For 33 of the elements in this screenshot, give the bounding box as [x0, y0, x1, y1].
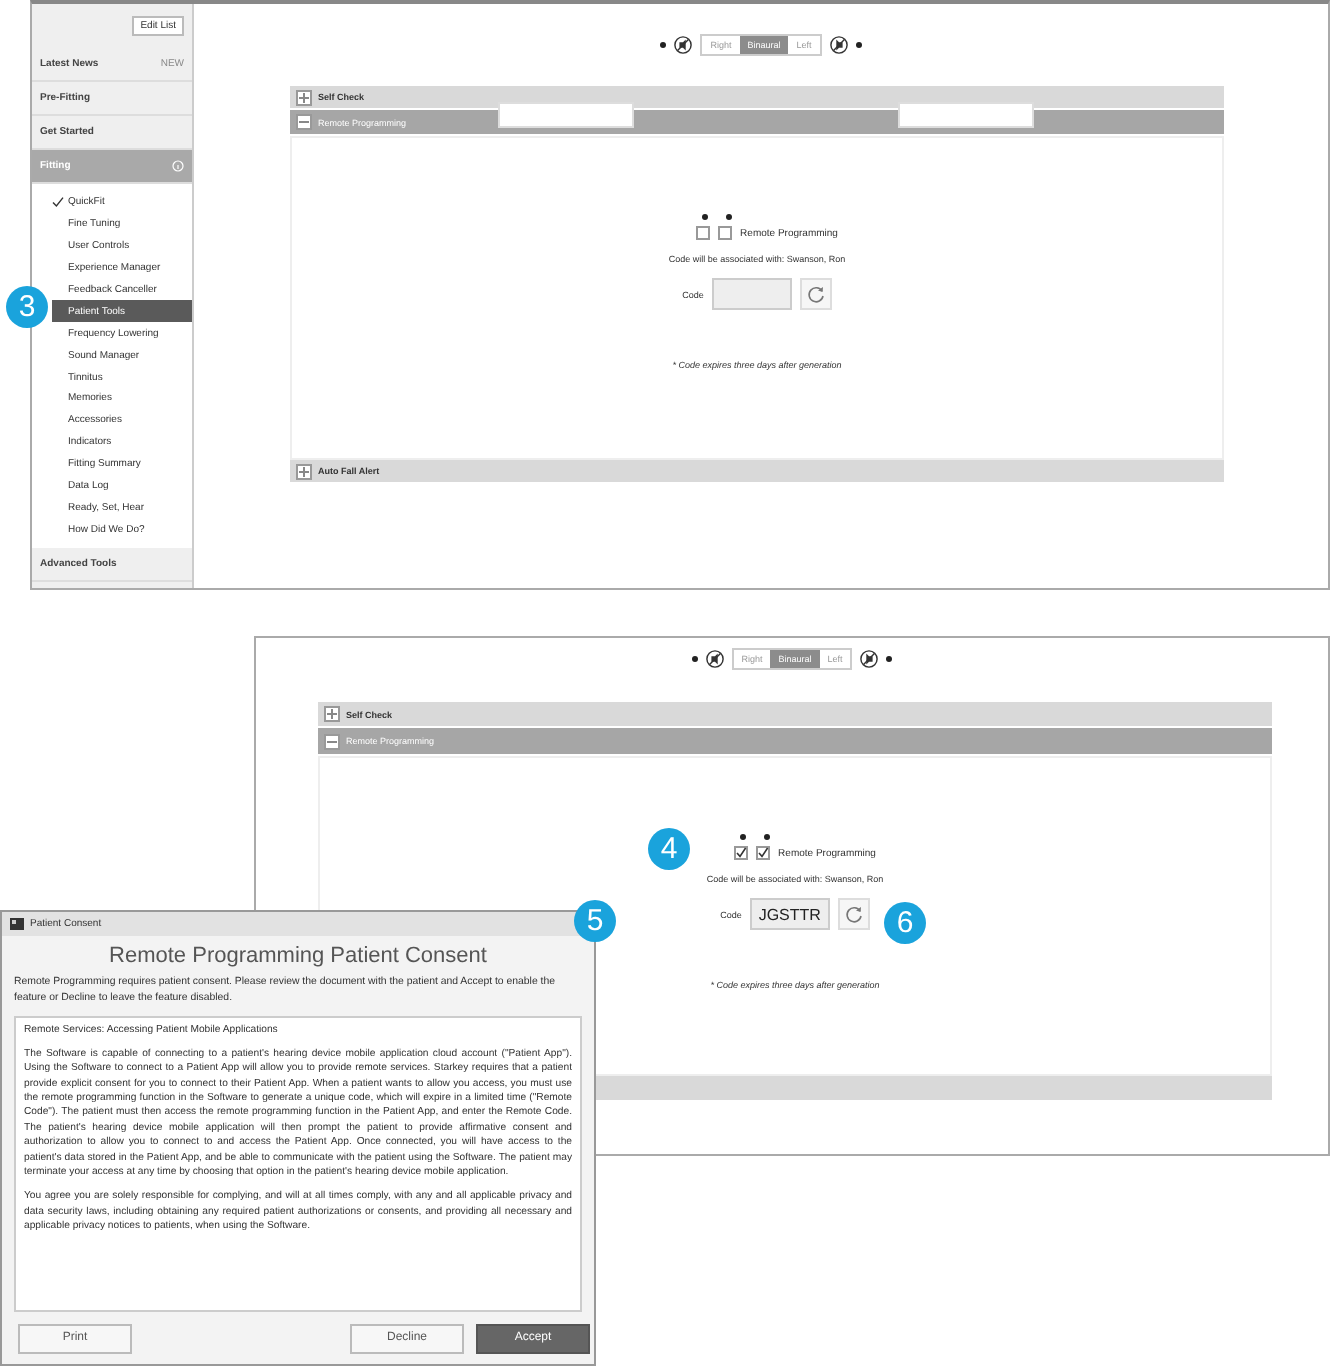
status-dot	[764, 834, 770, 840]
code-field[interactable]	[711, 278, 792, 310]
status-dot	[855, 42, 862, 48]
info-icon[interactable]	[172, 160, 184, 172]
blank-box	[898, 102, 1034, 128]
status-dot	[886, 656, 893, 662]
minus-icon[interactable]	[324, 733, 340, 749]
app-icon	[10, 918, 24, 930]
checkbox[interactable]	[718, 226, 733, 240]
status-dot	[702, 214, 708, 220]
speaker-mute-icon[interactable]	[674, 36, 693, 54]
minus-icon[interactable]	[296, 114, 312, 130]
speaker-mute-icon[interactable]	[860, 650, 879, 668]
status-dot	[691, 656, 698, 662]
plus-icon[interactable]	[324, 706, 340, 722]
checkbox[interactable]	[696, 226, 711, 240]
speaker-mute-icon[interactable]	[829, 36, 848, 54]
step-badge: 3	[6, 286, 48, 328]
checkbox[interactable]	[734, 846, 749, 860]
checkbox[interactable]	[756, 846, 771, 860]
status-dot	[740, 834, 746, 840]
refresh-icon	[805, 284, 826, 304]
refresh-icon	[843, 904, 864, 924]
refresh-button[interactable]	[837, 898, 870, 930]
speaker-mute-icon[interactable]	[705, 650, 724, 668]
status-dot	[726, 214, 732, 220]
code-field[interactable]: JGSTTR	[749, 898, 830, 930]
plus-icon[interactable]	[296, 89, 312, 105]
blank-box	[498, 102, 634, 128]
refresh-button[interactable]	[799, 278, 832, 310]
dialog-heading: Remote Programming Patient Consent	[107, 944, 489, 968]
status-dot	[660, 42, 667, 48]
plus-icon[interactable]	[296, 463, 312, 479]
